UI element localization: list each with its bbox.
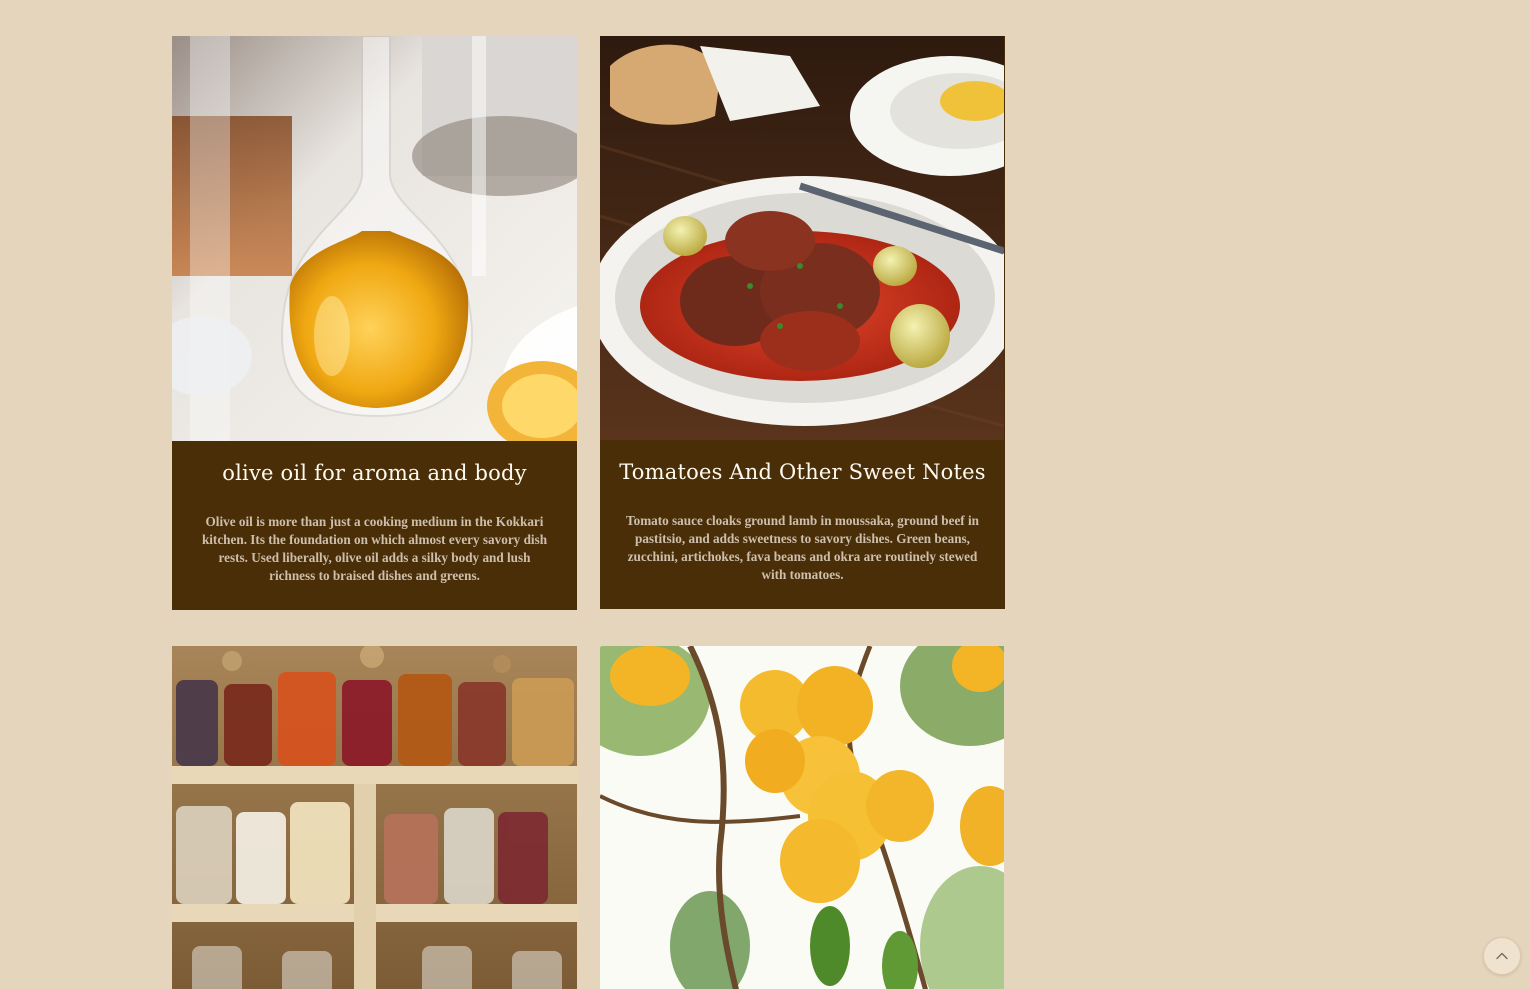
tomatoes-caption: Tomatoes And Other Sweet Notes Tomato sa…	[600, 440, 1005, 584]
feature-card-lemons[interactable]	[600, 646, 1004, 989]
lemon-tree-illustration	[600, 646, 1004, 989]
feature-card-pantry[interactable]	[172, 646, 577, 989]
card-description: Tomato sauce cloaks ground lamb in mouss…	[626, 513, 979, 582]
feature-card-olive-oil[interactable]: olive oil for aroma and body Olive oil i…	[172, 36, 577, 610]
card-title[interactable]: olive oil for aroma and body	[172, 461, 577, 485]
card-title[interactable]: Tomatoes And Other Sweet Notes	[600, 460, 1005, 484]
lemon-tree-photo	[600, 646, 1004, 989]
feature-card-tomatoes[interactable]: Tomatoes And Other Sweet Notes Tomato sa…	[600, 36, 1005, 609]
pantry-jars-illustration	[172, 646, 577, 989]
olive-oil-caption: olive oil for aroma and body Olive oil i…	[172, 441, 577, 585]
pantry-jars-photo	[172, 646, 577, 989]
olive-oil-photo	[172, 36, 577, 441]
scroll-to-top-button[interactable]	[1483, 937, 1521, 975]
olive-oil-illustration	[172, 36, 577, 441]
tomato-stew-illustration	[600, 36, 1004, 440]
tomato-stew-photo	[600, 36, 1004, 440]
page: olive oil for aroma and body Olive oil i…	[0, 0, 1530, 989]
card-description: Olive oil is more than just a cooking me…	[201, 514, 548, 583]
chevron-up-icon	[1496, 952, 1508, 960]
